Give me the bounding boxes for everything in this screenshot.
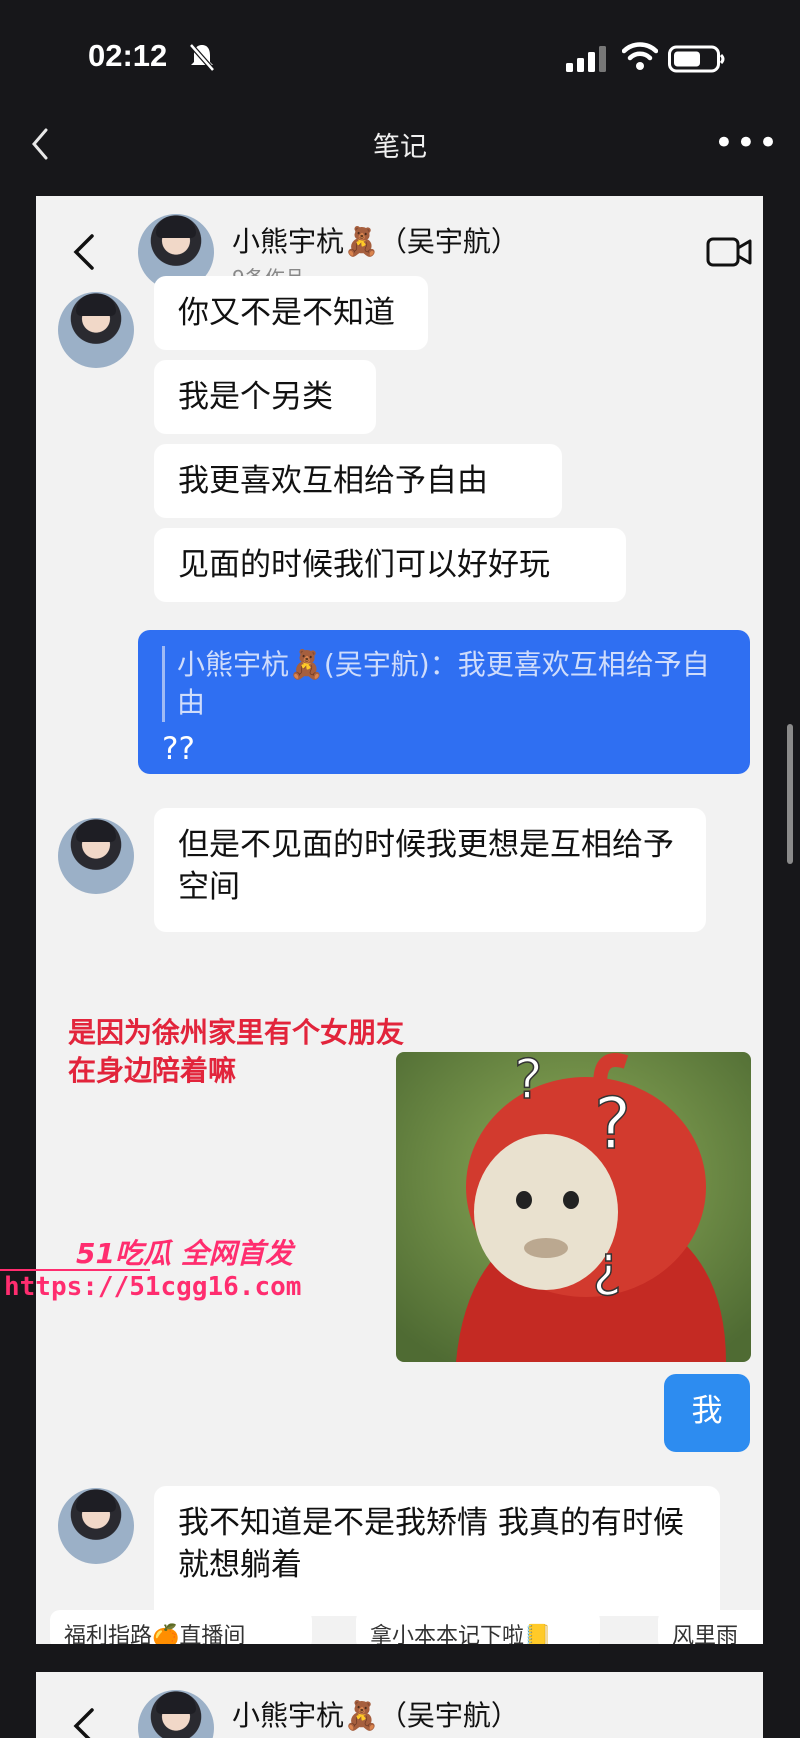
message-bubble: 见面的时候我们可以好好玩	[154, 528, 626, 602]
battery-icon	[668, 45, 725, 73]
avatar[interactable]	[138, 1690, 214, 1738]
bell-muted-icon	[189, 43, 215, 72]
quick-tag[interactable]: 福利指路🍊直播间	[50, 1610, 312, 1644]
scrollbar[interactable]	[787, 724, 793, 864]
nav-title: 笔记	[373, 132, 427, 163]
svg-text:?: ?	[514, 1052, 543, 1111]
chat-screenshot-next: 小熊宇杭🧸（吴宇航）	[36, 1672, 763, 1738]
status-time: 02:12	[88, 38, 168, 73]
quoted-message: 小熊宇杭🧸(吴宇航)：我更喜欢互相给予自由	[162, 646, 726, 722]
svg-text:?: ?	[592, 1240, 622, 1305]
contact-name: 小熊宇杭🧸（吴宇航）	[232, 225, 519, 258]
chat-screenshot: 小熊宇杭🧸（吴宇航） 9条作品 你又不是不知道 我是个另类 我更喜欢互相给予自由…	[36, 196, 763, 1644]
red-annotation: 是因为徐州家里有个女朋友 在身边陪着嘛	[68, 1014, 404, 1090]
avatar[interactable]	[58, 1488, 134, 1564]
self-message-bubble: 小熊宇杭🧸(吴宇航)：我更喜欢互相给予自由 ??	[138, 630, 750, 774]
contact-name: 小熊宇杭🧸（吴宇航）	[232, 1699, 519, 1732]
message-bubble: 我更喜欢互相给予自由	[154, 444, 562, 518]
nav-bar: 笔记 •••	[0, 110, 800, 180]
more-icon[interactable]: •••	[714, 126, 780, 160]
message-bubble: 我不知道是不是我矫情 我真的有时候就想躺着	[154, 1486, 720, 1616]
svg-text:?: ?	[594, 1083, 631, 1165]
message-bubble: 我是个另类	[154, 360, 376, 434]
wifi-icon	[622, 42, 658, 70]
quick-tag[interactable]: 拿小本本记下啦📒	[356, 1610, 600, 1644]
signal-icon	[566, 46, 606, 72]
quick-reply-tags: 福利指路🍊直播间 拿小本本记下啦📒 风里雨	[36, 1604, 763, 1644]
message-bubble: 但是不见面的时候我更想是互相给予空间	[154, 808, 706, 932]
self-reply-text: ??	[162, 731, 195, 767]
quick-tag[interactable]: 风里雨	[658, 1610, 763, 1644]
annotation-line: 是因为徐州家里有个女朋友	[68, 1016, 405, 1049]
avatar[interactable]	[58, 818, 134, 894]
watermark: 51吃瓜 全网首发 https://51cgg16.com	[0, 1232, 302, 1312]
video-call-icon[interactable]	[706, 236, 752, 268]
avatar[interactable]	[58, 292, 134, 368]
chat-back-icon[interactable]	[72, 232, 96, 272]
status-bar: 02:12	[0, 0, 800, 110]
self-message-bubble: 我	[664, 1374, 750, 1452]
annotation-line: 在身边陪着嘛	[68, 1054, 237, 1087]
message-bubble: 你又不是不知道	[154, 276, 428, 350]
chat-back-icon[interactable]	[72, 1706, 96, 1738]
teletubby-sticker-image: ? ? ?	[396, 1052, 751, 1362]
watermark-url: https://51cgg16.com	[4, 1272, 302, 1302]
